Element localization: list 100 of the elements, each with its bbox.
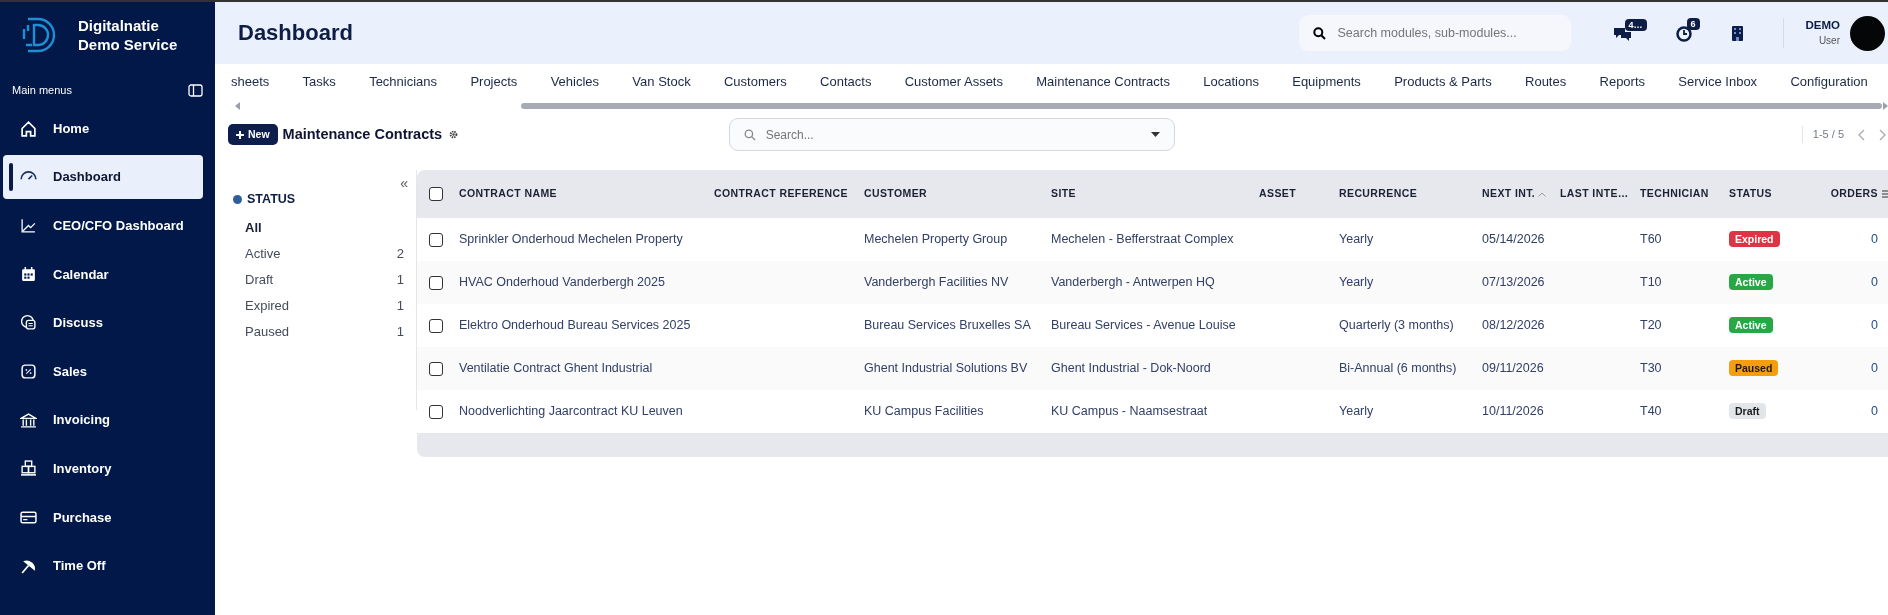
column-settings-icon[interactable] (1882, 189, 1888, 200)
search-field[interactable]: Search... (763, 124, 1137, 145)
tab[interactable]: sheets (231, 72, 270, 92)
column-header[interactable]: SITE (1047, 170, 1255, 218)
row-checkbox[interactable] (429, 404, 443, 419)
sidebar-item[interactable]: CEO/CFO Dashboard (3, 203, 203, 248)
column-header[interactable]: ORDERS (1820, 170, 1878, 218)
sidebar-item[interactable]: Inventory (3, 446, 203, 491)
row-checkbox[interactable] (429, 275, 443, 290)
column-header[interactable]: STATUS (1725, 170, 1820, 218)
tab[interactable]: Locations (1203, 72, 1259, 92)
status-dot-icon (233, 194, 242, 204)
tab[interactable]: Projects (470, 72, 518, 92)
filter-item[interactable]: All (233, 214, 404, 241)
tab[interactable]: Van Stock (632, 72, 691, 92)
calendar-icon (20, 265, 37, 283)
chat-icon (20, 314, 37, 332)
tab[interactable]: Maintenance Contracts (1036, 72, 1170, 92)
table-cell: Ghent Industrial - Dok-Noord (1051, 361, 1211, 376)
clock-icon[interactable] (1674, 24, 1693, 42)
brand-name: Demo Service (78, 35, 178, 54)
umbrella-icon (20, 557, 37, 575)
home-icon (20, 120, 37, 137)
tab[interactable]: Tasks (302, 72, 336, 92)
scroll-right-icon[interactable] (1882, 102, 1888, 110)
filter-item[interactable]: Paused 1 (233, 318, 404, 345)
search-field[interactable]: Search modules, sub-modules... (1335, 22, 1556, 44)
user-name: DEMO (1805, 18, 1840, 33)
sidebar-toggle-icon[interactable] (188, 83, 203, 97)
collapse-toggle[interactable]: « (400, 176, 408, 190)
gear-icon[interactable] (448, 130, 458, 139)
tab[interactable]: Equipments (1292, 72, 1361, 92)
tab[interactable]: Routes (1525, 72, 1567, 92)
new-button[interactable]: New (228, 123, 278, 146)
table-cell: 0 (1871, 275, 1878, 290)
table-cell: 0 (1871, 318, 1878, 333)
tab[interactable]: Configuration (1790, 72, 1868, 92)
row-checkbox[interactable] (429, 318, 443, 333)
sidebar-item[interactable]: Invoicing (3, 398, 203, 443)
sidebar-item[interactable]: Dashboard (3, 155, 203, 200)
pager-text: 1-5 / 5 (1812, 127, 1844, 143)
column-header[interactable]: CONTRACT NAME (455, 170, 710, 218)
building-icon[interactable] (1731, 25, 1743, 41)
column-header[interactable]: NEXT INT. (1478, 170, 1556, 218)
filter-count: 1 (396, 323, 404, 341)
tab[interactable]: Products & Parts (1394, 72, 1492, 92)
filter-label: All (245, 219, 262, 237)
sidebar-item[interactable]: Discuss (3, 300, 203, 345)
status-badge: Active (1729, 274, 1773, 291)
row-checkbox[interactable] (429, 361, 443, 376)
column-header[interactable]: LAST INTE… (1556, 170, 1636, 218)
page-title: Dashboard (238, 19, 353, 47)
tab[interactable]: Technicians (369, 72, 438, 92)
scrollbar-thumb[interactable] (521, 103, 1882, 109)
tab[interactable]: Customers (723, 72, 787, 92)
select-all-checkbox[interactable] (429, 187, 443, 202)
table-cell: KU Campus - Naamsestraat (1051, 404, 1208, 419)
table-cell: Yearly (1339, 232, 1374, 247)
row-checkbox[interactable] (429, 232, 443, 247)
table-cell: Bureau Services Bruxelles SA (864, 318, 1031, 333)
column-header[interactable]: CONTRACT REFERENCE (710, 170, 860, 218)
table-cell: 10/11/2026 (1482, 404, 1544, 419)
filter-item[interactable]: Expired 1 (233, 292, 404, 319)
table-cell: 07/13/2026 (1482, 275, 1545, 290)
bank-icon (20, 411, 37, 429)
column-header[interactable]: CUSTOMER (860, 170, 1047, 218)
column-header[interactable]: TECHNICIAN (1636, 170, 1725, 218)
search-box[interactable]: Search... (728, 118, 1175, 151)
sidebar-item[interactable]: Purchase (3, 495, 203, 540)
dropdown-caret-icon[interactable] (1150, 132, 1160, 137)
filter-label: Draft (245, 271, 274, 289)
sidebar-item[interactable]: Home (3, 106, 203, 151)
search-box[interactable]: Search modules, sub-modules... (1298, 15, 1571, 51)
filter-item[interactable]: Active 2 (233, 240, 404, 267)
sidebar-item[interactable]: Time Off (3, 543, 203, 588)
column-header[interactable]: RECURRENCE (1335, 170, 1478, 218)
filter-label: Paused (245, 323, 290, 341)
table-cell: Elektro Onderhoud Bureau Services 2025 (459, 318, 691, 333)
filter-item[interactable]: Draft 1 (233, 266, 404, 293)
gauge-icon (20, 170, 37, 180)
sidebar-item[interactable]: Calendar (3, 252, 203, 297)
table-cell: 09/11/2026 (1482, 361, 1544, 376)
avatar[interactable] (1850, 15, 1885, 51)
tab[interactable]: Service Inbox (1678, 72, 1758, 92)
table-cell: 0 (1871, 404, 1878, 419)
table-cell: 08/12/2026 (1482, 318, 1545, 333)
menu-heading: Main menus (12, 83, 72, 98)
status-badge: Paused (1729, 360, 1779, 377)
filter-heading: STATUS (247, 191, 296, 208)
tab[interactable]: Customer Assets (904, 72, 1003, 92)
column-header[interactable]: ASSET (1255, 170, 1335, 218)
table-cell: 0 (1871, 361, 1878, 376)
tab[interactable]: Vehicles (550, 72, 600, 92)
tab[interactable]: Reports (1599, 72, 1646, 92)
scroll-left-icon[interactable] (235, 102, 241, 110)
sort-ascending-icon (1538, 191, 1547, 197)
tab[interactable]: Contacts (820, 72, 872, 92)
brand-name: Digitalnatie (78, 16, 160, 35)
sidebar-item[interactable]: Sales (3, 349, 203, 394)
filter-count: 1 (396, 297, 404, 315)
